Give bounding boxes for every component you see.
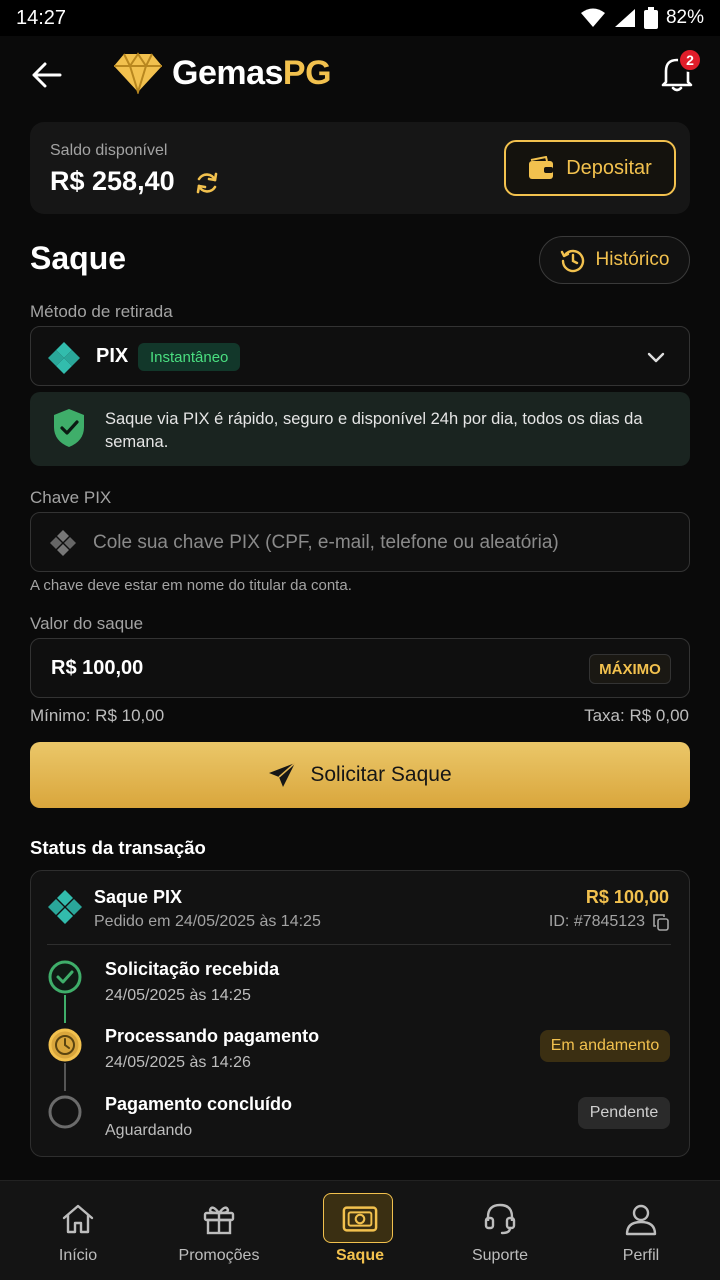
check-circle-icon [48,960,82,994]
transaction-card: Saque PIX Pedido em 24/05/2025 às 14:25 … [30,870,690,1157]
notification-badge: 2 [678,48,702,72]
transaction-status-title: Status da transação [30,837,206,858]
clock-icon [48,1028,82,1062]
request-withdrawal-button[interactable]: Solicitar Saque [30,742,690,808]
back-button[interactable] [30,58,64,92]
app-logo: GemasPG [112,52,332,94]
status-icons: 82% [580,7,704,29]
step-processing-title: Processando pagamento [105,1026,320,1046]
nav-label-saque: Saque [335,1247,384,1264]
deposit-label: Depositar [566,156,652,179]
pix-logo-icon [48,890,82,924]
send-icon [269,762,296,787]
battery-icon [643,7,658,29]
user-icon [623,1201,659,1237]
history-button[interactable]: Histórico [539,236,690,284]
fee-amount: Taxa: R$ 0,00 [584,706,689,725]
chevron-down-icon [647,352,665,363]
bottom-navigation: Início Promoções Saque Suporte Perfil [0,1180,720,1280]
transaction-id: ID: #7845123 [549,913,669,931]
home-icon [60,1201,96,1237]
status-time: 14:27 [16,6,67,29]
wallet-icon [529,156,554,179]
method-select[interactable]: PIX Instantâneo [30,326,690,386]
history-label: Histórico [595,249,670,270]
nav-item-saque[interactable]: Saque [288,1181,432,1280]
transaction-title: Saque PIX [94,887,183,907]
gem-icon [114,52,162,94]
pending-badge: Pendente [578,1097,670,1129]
app-header: GemasPG [0,36,720,112]
page-title: Saque [30,240,127,276]
transaction-divider [47,944,671,945]
pix-key-field[interactable] [30,512,690,572]
nav-item-suporte[interactable]: Suporte [428,1181,572,1280]
instant-badge: Instantâneo [138,343,241,371]
minimum-amount: Mínimo: R$ 10,00 [30,706,165,725]
step-processing-date: 24/05/2025 às 14:26 [105,1054,251,1071]
nav-item-promocoes[interactable]: Promoções [147,1181,291,1280]
request-withdrawal-label: Solicitar Saque [310,763,452,786]
pix-logo-icon [48,342,80,374]
nav-label-suporte: Suporte [471,1247,529,1264]
amount-value[interactable]: R$ 100,00 [51,657,143,680]
transaction-amount: R$ 100,00 [585,887,669,907]
battery-level: 82% [665,7,704,28]
max-button[interactable]: MÁXIMO [589,654,671,684]
empty-circle-icon [48,1095,82,1129]
wifi-icon [580,8,605,27]
step-completed-status: Aguardando [105,1122,193,1139]
balance-card: Saldo disponível R$ 258,40 Depositar [30,122,690,214]
logo-text: GemasPG [172,53,332,92]
headset-icon [482,1201,518,1237]
timeline-line-pending [64,1063,66,1091]
history-icon [560,249,584,273]
in-progress-badge: Em andamento [540,1030,670,1062]
arrow-left-icon [32,62,62,88]
nav-item-inicio[interactable]: Início [6,1181,150,1280]
balance-label: Saldo disponível [50,142,168,159]
nav-label-perfil: Perfil [622,1247,660,1264]
amount-field[interactable]: R$ 100,00 MÁXIMO [30,638,690,698]
refresh-icon[interactable] [194,170,220,196]
pix-key-hint: A chave deve estar em nome do titular da… [30,577,352,594]
pix-info-text: Saque via PIX é rápido, seguro e disponí… [105,410,643,451]
gift-icon [201,1201,237,1237]
amount-label: Valor do saque [30,614,144,633]
pix-key-icon [50,530,76,556]
signal-icon [614,9,635,27]
deposit-button[interactable]: Depositar [504,140,676,196]
method-label: Método de retirada [30,302,173,321]
pix-key-label: Chave PIX [30,488,112,507]
transaction-id-text: ID: #7845123 [548,913,645,930]
transaction-date: Pedido em 24/05/2025 às 14:25 [94,913,321,930]
method-name: PIX [96,345,129,367]
shield-check-icon [54,409,84,447]
pix-key-input[interactable] [93,523,673,563]
step-received-date: 24/05/2025 às 14:25 [105,987,251,1004]
cash-icon [342,1201,378,1237]
pix-info-box: Saque via PIX é rápido, seguro e disponí… [30,392,690,466]
nav-item-perfil[interactable]: Perfil [569,1181,713,1280]
copy-icon[interactable] [653,913,669,931]
status-bar: 14:27 82% [0,0,720,36]
timeline-line-done [64,995,66,1023]
step-completed-title: Pagamento concluído [105,1094,293,1114]
nav-label-promocoes: Promoções [178,1247,260,1264]
nav-label-inicio: Início [58,1247,98,1264]
step-received-title: Solicitação recebida [105,959,280,979]
balance-value: R$ 258,40 [50,166,175,196]
